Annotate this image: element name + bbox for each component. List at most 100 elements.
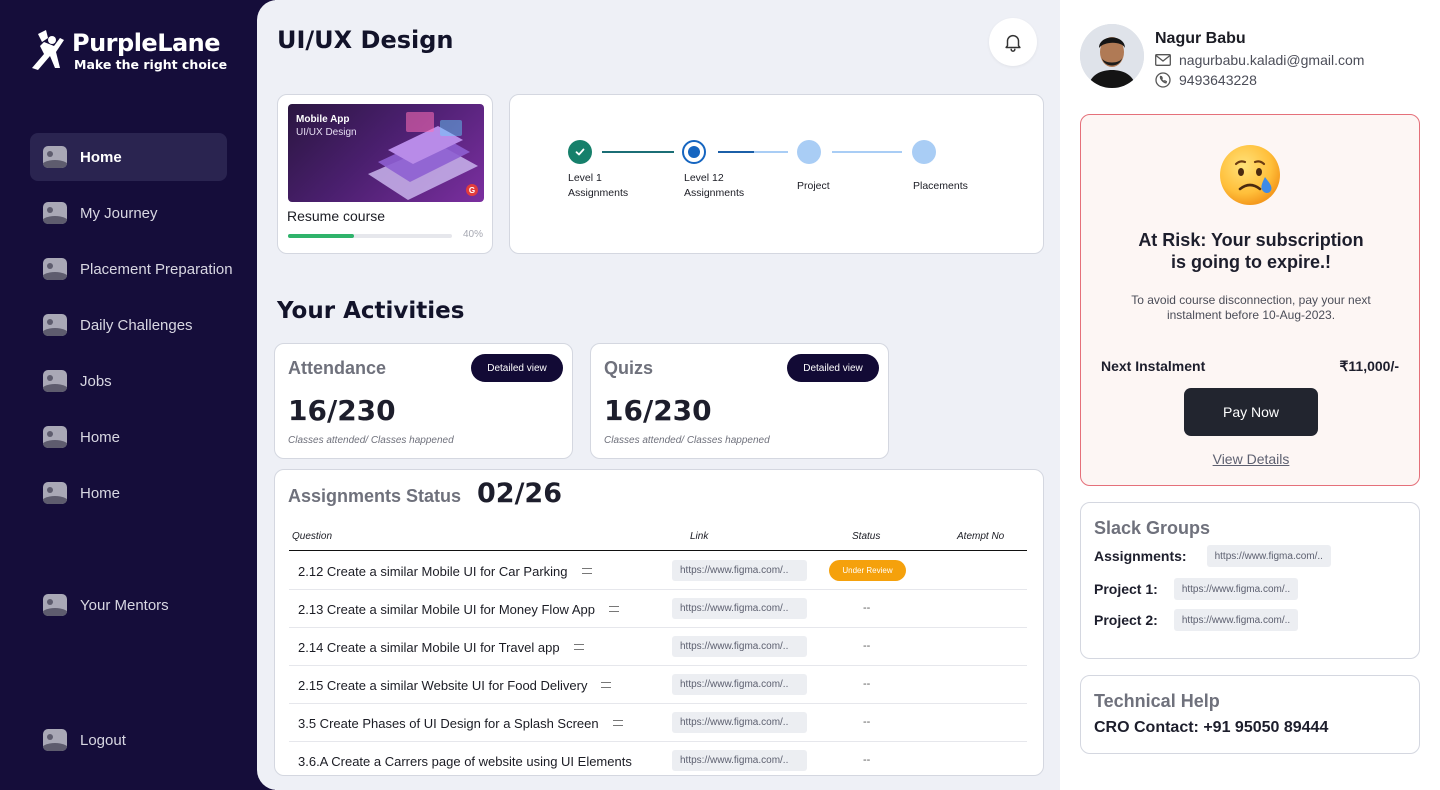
sidebar-item-jobs[interactable]: Jobs [30,357,227,405]
assignment-link[interactable]: https://www.figma.com/.. [672,750,807,771]
sidebar-item-label: Home [80,484,121,502]
user-phone-text: 9493643228 [1179,72,1257,88]
quizs-caption: Classes attended/ Classes happened [604,435,770,446]
question-text: 2.14 Create a similar Mobile UI for Trav… [298,640,560,655]
sidebar-item-logout[interactable]: Logout [30,716,227,764]
slack-row-project-2: Project 2: https://www.figma.com/.. [1094,609,1299,631]
risk-title: At Risk: Your subscription is going to e… [1081,229,1421,273]
sidebar-item-label: Home [80,148,122,166]
status-value: -- [863,678,871,690]
main-content: UI/UX Design Mobile App UI/UX Design G R… [257,0,1060,790]
attendance-detailed-view-button[interactable]: Detailed view [471,354,563,382]
page-title: UI/UX Design [277,26,454,54]
table-row[interactable]: 3.6.A Create a Carrers page of website u… [289,742,1027,775]
assignment-question: 2.13 Create a similar Mobile UI for Mone… [298,602,619,617]
table-row[interactable]: 3.5 Create Phases of UI Design for a Spl… [289,704,1027,742]
bell-icon [1005,34,1021,52]
step-connector [754,151,788,153]
logo-icon [32,30,64,70]
course-thumbnail: Mobile App UI/UX Design G [288,104,484,202]
course-title: Resume course [287,208,386,224]
assignments-status-card: Assignments Status 02/26 Question Link S… [274,469,1044,776]
table-row[interactable]: 2.13 Create a similar Mobile UI for Mone… [289,590,1027,628]
activities-title: Your Activities [277,298,465,324]
user-photo-icon [1080,24,1144,88]
assignment-link[interactable]: https://www.figma.com/.. [672,598,807,619]
sidebar-item-placement-preparation[interactable]: Placement Preparation [30,245,233,293]
assignment-question: 2.12 Create a similar Mobile UI for Car … [298,564,592,579]
lines-icon [608,605,619,612]
slack-row-label: Project 1: [1094,581,1158,597]
sidebar-item-home-2[interactable]: Home [30,413,227,461]
assignment-link[interactable]: https://www.figma.com/.. [672,674,807,695]
column-header-status: Status [852,531,881,542]
step-2-label: Level 12 Assignments [684,171,744,201]
sad-face-icon [1220,145,1280,205]
question-text: 2.12 Create a similar Mobile UI for Car … [298,564,568,579]
phone-icon [1155,72,1171,88]
step-2-dot[interactable] [682,140,706,164]
assignment-link[interactable]: https://www.figma.com/.. [672,636,807,657]
question-text: 2.13 Create a similar Mobile UI for Mone… [298,602,595,617]
instalment-label: Next Instalment [1101,358,1206,374]
sidebar-item-daily-challenges[interactable]: Daily Challenges [30,301,227,349]
current-step-indicator [688,146,700,158]
step-4-dot[interactable] [912,140,936,164]
sidebar-item-your-mentors[interactable]: Your Mentors [30,581,227,629]
quizs-detailed-view-button[interactable]: Detailed view [787,354,879,382]
column-header-attempt: Atempt No [957,531,1005,542]
risk-title-line: is going to expire.! [1170,252,1331,272]
risk-description: To avoid course disconnection, pay your … [1131,293,1371,322]
assignment-question: 2.14 Create a similar Mobile UI for Trav… [298,640,584,655]
user-email-text: nagurbabu.kaladi@gmail.com [1179,52,1365,68]
status-badge: Under Review [829,560,906,581]
slack-link[interactable]: https://www.figma.com/.. [1206,545,1331,567]
sidebar-item-label: Your Mentors [80,596,169,614]
table-row[interactable]: 2.14 Create a similar Mobile UI for Trav… [289,628,1027,666]
avatar[interactable] [1080,24,1144,88]
brand-logo[interactable]: PurpleLane Make the right choice [30,28,227,74]
image-icon [43,482,67,504]
sidebar-item-home[interactable]: Home [30,133,227,181]
pay-now-button[interactable]: Pay Now [1184,388,1318,436]
slack-link[interactable]: https://www.figma.com/.. [1173,578,1299,600]
step-connector [832,151,902,153]
brand-badge-icon: G [466,184,478,196]
image-icon [43,594,67,616]
question-text: 3.5 Create Phases of UI Design for a Spl… [298,716,599,731]
status-value: -- [863,640,871,652]
view-details-link[interactable]: View Details [1081,451,1421,467]
sidebar-item-home-3[interactable]: Home [30,469,227,517]
user-phone: 9493643228 [1155,72,1257,88]
mail-icon [1155,54,1171,66]
course-thumb-subtitle: UI/UX Design [296,127,357,138]
brand-name: PurpleLane [72,29,221,57]
cro-contact[interactable]: CRO Contact: +91 95050 89444 [1094,719,1328,737]
image-icon [43,202,67,224]
assignment-link[interactable]: https://www.figma.com/.. [672,560,807,581]
notification-button[interactable] [989,18,1037,66]
assignment-link[interactable]: https://www.figma.com/.. [672,712,807,733]
attendance-caption: Classes attended/ Classes happened [288,435,454,446]
image-icon [43,258,67,280]
step-1-dot[interactable] [568,140,592,164]
resume-course-card[interactable]: Mobile App UI/UX Design G Resume course … [277,94,493,254]
sidebar-item-label: Daily Challenges [80,316,193,334]
image-icon [43,426,67,448]
sidebar-item-my-journey[interactable]: My Journey [30,189,227,237]
slack-link[interactable]: https://www.figma.com/.. [1173,609,1299,631]
course-progress-bar [288,234,452,238]
step-3-dot[interactable] [797,140,821,164]
quizs-card: Quizs Detailed view 16/230 Classes atten… [590,343,889,459]
sidebar-item-label: Jobs [80,372,112,390]
assignment-question: 2.15 Create a similar Website UI for Foo… [298,678,612,693]
question-text: 2.15 Create a similar Website UI for Foo… [298,678,588,693]
slack-row-label: Project 2: [1094,612,1158,628]
table-row[interactable]: 2.15 Create a similar Website UI for Foo… [289,666,1027,704]
step-3-label: Project [797,180,830,192]
sidebar-item-label: Logout [80,731,126,749]
question-text: 3.6.A Create a Carrers page of website u… [298,754,632,769]
table-row[interactable]: 2.12 Create a similar Mobile UI for Car … [289,552,1027,590]
status-value: -- [863,754,871,766]
sidebar-item-label: Placement Preparation [80,260,233,278]
